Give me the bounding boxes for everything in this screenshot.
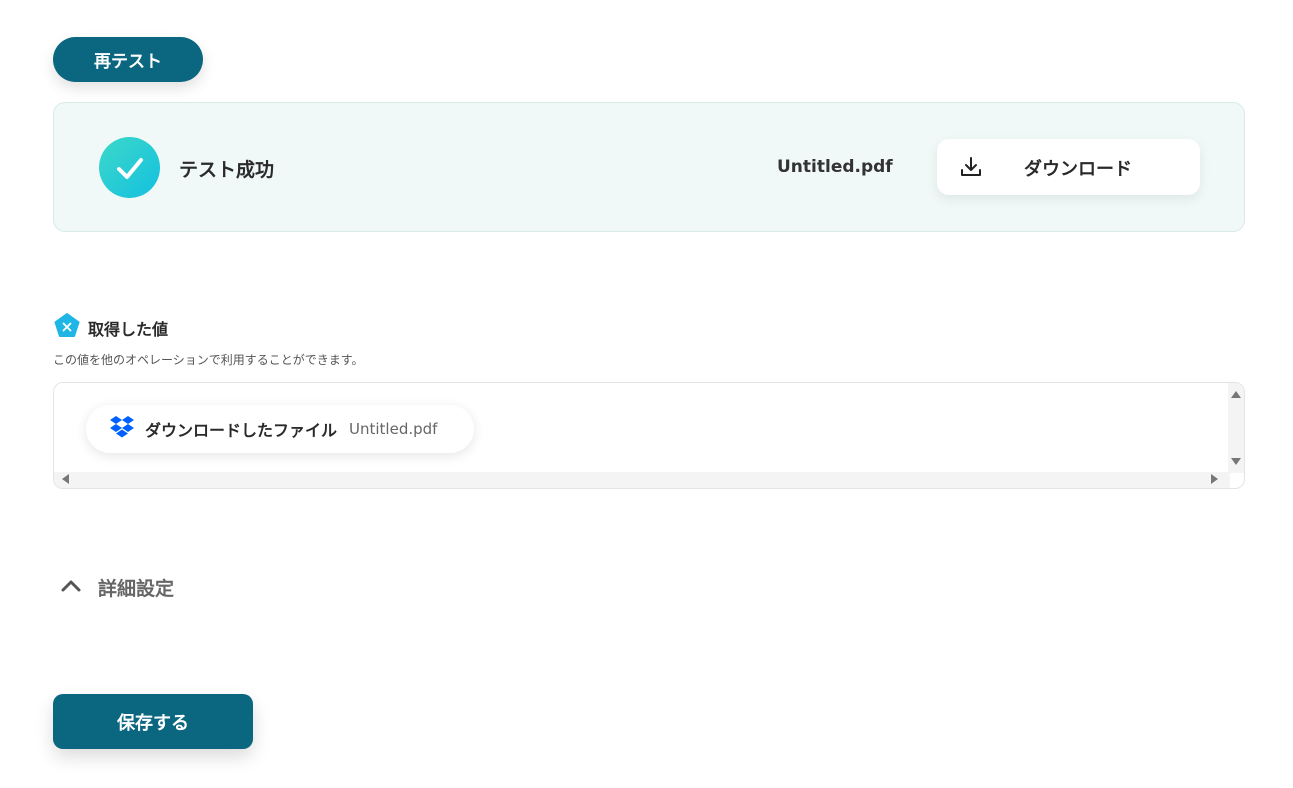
retest-button[interactable]: 再テスト — [53, 37, 203, 82]
retrieved-values-title: 取得した値 — [88, 320, 169, 339]
value-chip-downloaded-file[interactable]: ダウンロードしたファイル Untitled.pdf — [86, 405, 474, 453]
retrieved-values-header: 取得した値 — [54, 313, 168, 343]
variable-icon — [54, 313, 80, 343]
advanced-settings-toggle[interactable]: 詳細設定 — [60, 574, 174, 601]
test-result-card: テスト成功 Untitled.pdf ダウンロード — [53, 102, 1245, 232]
horizontal-scrollbar[interactable] — [54, 472, 1230, 488]
retrieved-values-box: ダウンロードしたファイル Untitled.pdf — [53, 382, 1245, 489]
vertical-scrollbar[interactable] — [1228, 383, 1244, 473]
scroll-down-icon[interactable] — [1231, 458, 1241, 465]
scroll-up-icon[interactable] — [1231, 391, 1241, 398]
download-button[interactable]: ダウンロード — [937, 139, 1200, 195]
dropbox-icon — [109, 415, 135, 443]
save-button[interactable]: 保存する — [53, 694, 253, 749]
download-label: ダウンロード — [1024, 159, 1132, 180]
advanced-settings-label: 詳細設定 — [98, 578, 175, 600]
value-chip-label: ダウンロードしたファイル — [145, 421, 338, 440]
download-icon — [959, 155, 983, 179]
check-icon — [99, 137, 160, 198]
retrieved-values-description: この値を他のオペレーションで利用することができます。 — [53, 353, 364, 367]
result-file-name: Untitled.pdf — [777, 157, 893, 177]
value-chip-value: Untitled.pdf — [349, 420, 438, 438]
scroll-right-icon[interactable] — [1211, 474, 1218, 484]
scroll-left-icon[interactable] — [62, 474, 69, 484]
test-status-label: テスト成功 — [179, 159, 275, 181]
chevron-up-icon — [60, 578, 82, 597]
